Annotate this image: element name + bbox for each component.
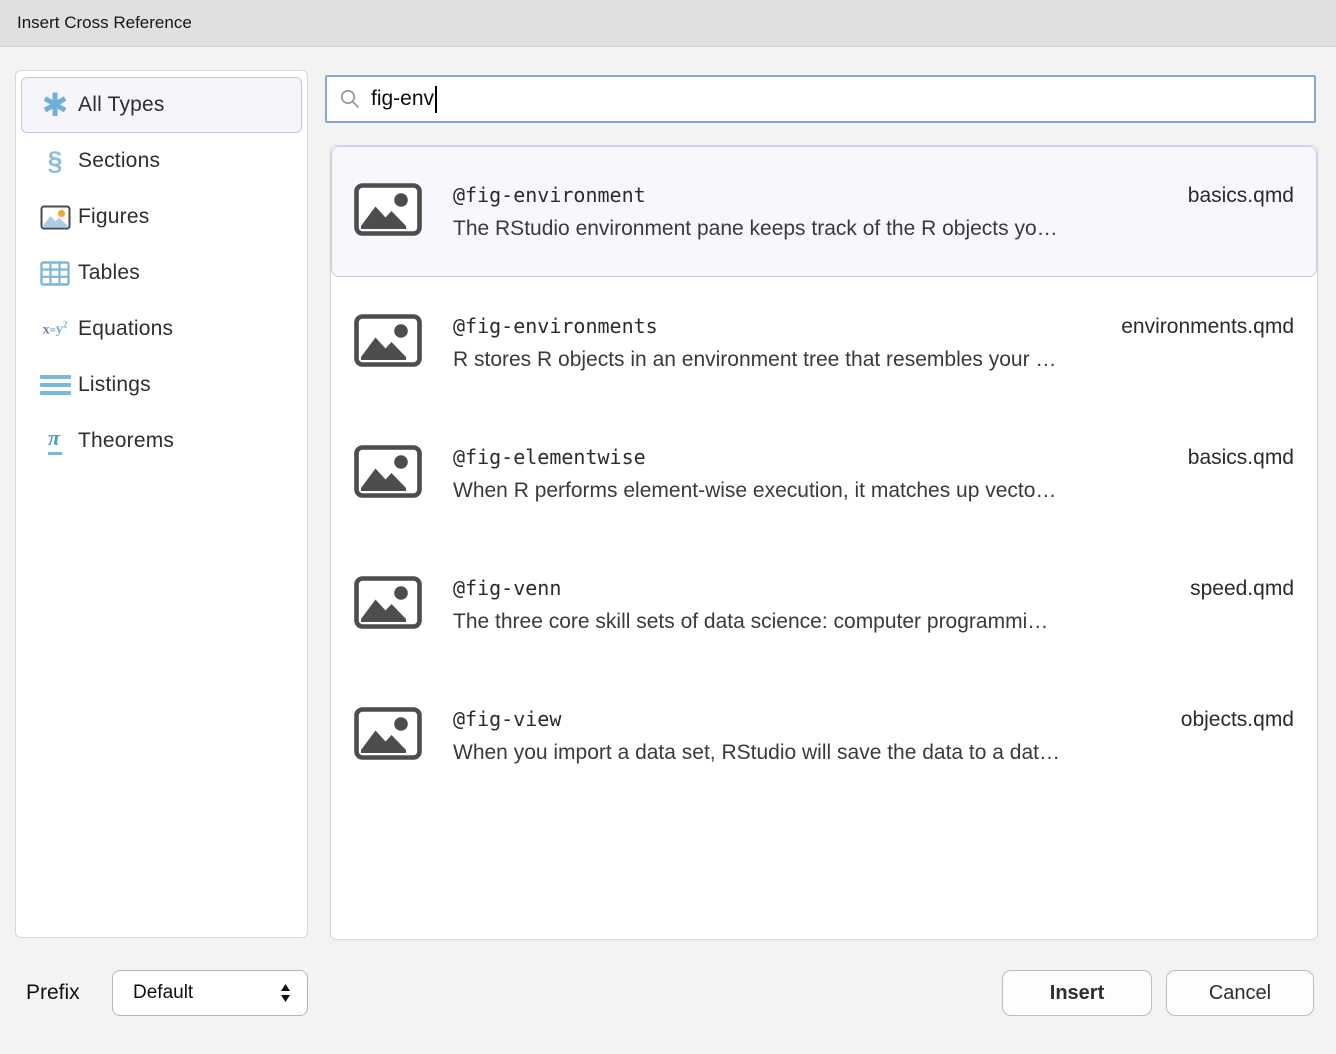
reference-file: basics.qmd	[1188, 446, 1294, 470]
figure-icon	[32, 205, 78, 230]
search-query-text: fig-env	[371, 87, 434, 111]
section-icon: §	[32, 148, 78, 175]
search-icon	[338, 87, 362, 111]
reference-description: The RStudio environment pane keeps track…	[453, 217, 1294, 241]
result-row-fig-view[interactable]: @fig-view objects.qmd When you import a …	[331, 670, 1317, 801]
sidebar-item-label: Listings	[78, 373, 151, 397]
type-filter-sidebar: ✱ All Types § Sections Figures	[15, 70, 308, 938]
sidebar-item-label: Equations	[78, 317, 173, 341]
reference-file: objects.qmd	[1181, 708, 1294, 732]
insert-button[interactable]: Insert	[1002, 970, 1152, 1016]
reference-description: When R performs element-wise execution, …	[453, 479, 1294, 503]
listing-icon	[32, 375, 78, 395]
result-row-fig-environment[interactable]: @fig-environment basics.qmd The RStudio …	[331, 146, 1317, 277]
reference-file: speed.qmd	[1190, 577, 1294, 601]
result-row-fig-elementwise[interactable]: @fig-elementwise basics.qmd When R perfo…	[331, 408, 1317, 539]
table-icon	[32, 261, 78, 286]
sidebar-item-tables[interactable]: Tables	[21, 245, 302, 301]
sidebar-item-label: All Types	[78, 93, 165, 117]
sidebar-item-label: Sections	[78, 149, 160, 173]
reference-id: @fig-view	[453, 707, 561, 731]
sidebar-item-all-types[interactable]: ✱ All Types	[21, 77, 302, 133]
image-icon	[354, 707, 422, 765]
reference-file: environments.qmd	[1121, 315, 1294, 339]
prefix-dropdown[interactable]: Default	[112, 970, 308, 1016]
prefix-dropdown-value: Default	[133, 982, 193, 1004]
result-row-fig-environments[interactable]: @fig-environments environments.qmd R sto…	[331, 277, 1317, 408]
reference-description: R stores R objects in an environment tre…	[453, 348, 1294, 372]
reference-id: @fig-environments	[453, 314, 658, 338]
prefix-label: Prefix	[26, 981, 80, 1005]
image-icon	[354, 576, 422, 634]
image-icon	[354, 314, 422, 372]
sidebar-item-listings[interactable]: Listings	[21, 357, 302, 413]
equation-icon: x=y2	[32, 321, 78, 338]
sidebar-item-label: Figures	[78, 205, 149, 229]
image-icon	[354, 445, 422, 503]
cross-reference-results-list: @fig-environment basics.qmd The RStudio …	[330, 145, 1318, 940]
sidebar-item-theorems[interactable]: π Theorems	[21, 413, 302, 469]
reference-id: @fig-elementwise	[453, 445, 646, 469]
dialog-title: Insert Cross Reference	[17, 13, 192, 33]
theorem-icon: π	[32, 427, 78, 455]
reference-description: When you import a data set, RStudio will…	[453, 741, 1294, 765]
result-row-fig-venn[interactable]: @fig-venn speed.qmd The three core skill…	[331, 539, 1317, 670]
dialog-titlebar: Insert Cross Reference	[0, 0, 1336, 47]
image-icon	[354, 183, 422, 241]
search-input[interactable]: fig-env	[325, 75, 1316, 123]
cancel-button[interactable]: Cancel	[1166, 970, 1314, 1016]
asterisk-icon: ✱	[32, 89, 78, 121]
reference-file: basics.qmd	[1188, 184, 1294, 208]
sidebar-item-equations[interactable]: x=y2 Equations	[21, 301, 302, 357]
sidebar-item-sections[interactable]: § Sections	[21, 133, 302, 189]
sidebar-item-label: Tables	[78, 261, 140, 285]
sidebar-item-label: Theorems	[78, 429, 174, 453]
reference-id: @fig-environment	[453, 183, 646, 207]
sidebar-item-figures[interactable]: Figures	[21, 189, 302, 245]
reference-id: @fig-venn	[453, 576, 561, 600]
text-cursor	[435, 86, 437, 113]
reference-description: The three core skill sets of data scienc…	[453, 610, 1294, 634]
updown-arrows-icon	[279, 982, 292, 1004]
